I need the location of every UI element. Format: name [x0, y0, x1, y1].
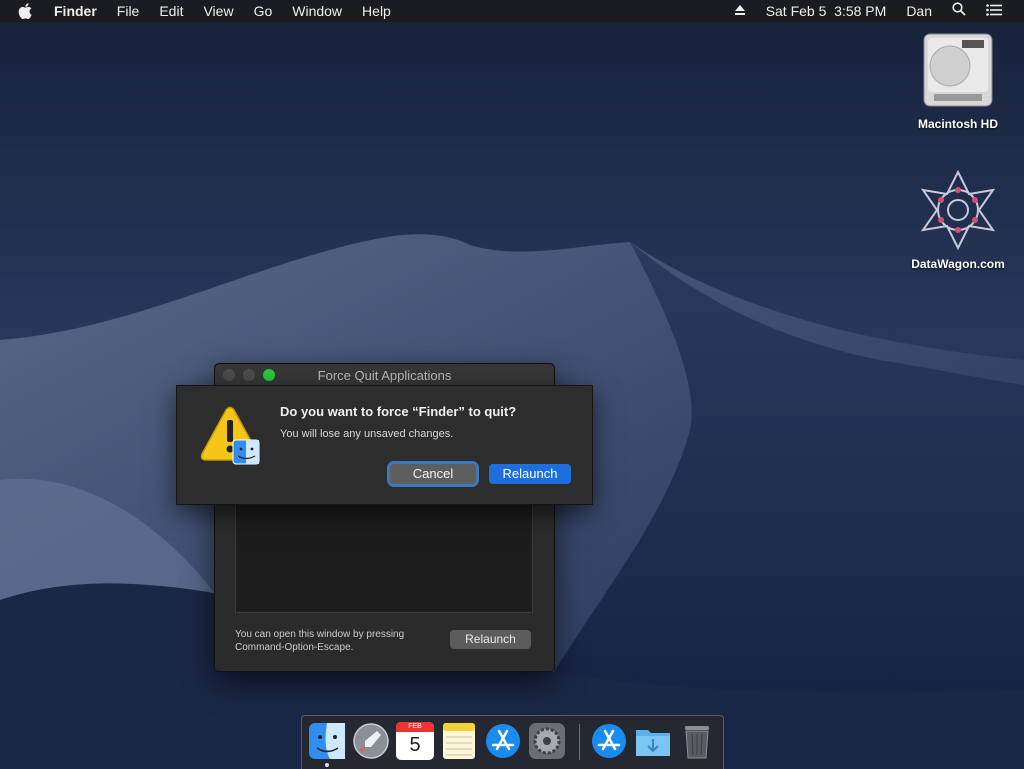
- menu-app-name[interactable]: Finder: [44, 0, 107, 22]
- menu-go[interactable]: Go: [244, 0, 283, 22]
- user-menu[interactable]: Dan: [896, 0, 942, 22]
- apple-menu[interactable]: [0, 3, 44, 19]
- desktop-icon-label: DataWagon.com: [911, 257, 1005, 271]
- applications-stack-icon[interactable]: [590, 722, 628, 760]
- downloads-folder-icon[interactable]: [634, 722, 672, 760]
- desktop-icon-macintosh-hd[interactable]: Macintosh HD: [903, 32, 1013, 131]
- menu-view[interactable]: View: [193, 0, 243, 22]
- relaunch-button[interactable]: Relaunch: [450, 630, 531, 649]
- menu-file[interactable]: File: [107, 0, 150, 22]
- finder-badge-icon: [232, 439, 260, 465]
- eject-menu[interactable]: [724, 0, 756, 22]
- eject-icon: [734, 5, 745, 15]
- notification-center-button[interactable]: [976, 0, 1024, 22]
- app-store-icon[interactable]: [484, 722, 522, 760]
- clock[interactable]: Sat Feb 5 3:58 PM: [756, 0, 897, 22]
- calendar-month: FEB: [396, 722, 434, 732]
- window-titlebar[interactable]: Force Quit Applications: [215, 364, 554, 387]
- menu-window[interactable]: Window: [282, 0, 352, 22]
- search-icon: [952, 2, 966, 16]
- trash-icon[interactable]: [678, 722, 716, 760]
- running-indicator: [325, 763, 329, 767]
- datawagon-logo-icon: [920, 169, 996, 251]
- dock: FEB 5: [301, 715, 724, 769]
- menu-bar: Finder File Edit View Go Window Help Sat…: [0, 0, 1024, 22]
- desktop-icon-datawagon[interactable]: DataWagon.com: [903, 169, 1013, 271]
- shortcut-hint: You can open this window by pressing Com…: [235, 629, 405, 653]
- notes-icon[interactable]: [440, 722, 478, 760]
- cancel-button[interactable]: Cancel: [390, 464, 476, 484]
- alert-title: Do you want to force “Finder” to quit?: [280, 404, 517, 419]
- force-quit-alert: Do you want to force “Finder” to quit? Y…: [176, 385, 593, 505]
- warning-icon: [200, 406, 260, 465]
- relaunch-confirm-button[interactable]: Relaunch: [489, 464, 571, 484]
- menu-edit[interactable]: Edit: [149, 0, 193, 22]
- system-preferences-icon[interactable]: [528, 722, 566, 760]
- window-title: Force Quit Applications: [317, 368, 452, 383]
- menu-help[interactable]: Help: [352, 0, 401, 22]
- spotlight-button[interactable]: [942, 0, 976, 22]
- alert-message: You will lose any unsaved changes.: [280, 428, 454, 440]
- status-area: Sat Feb 5 3:58 PM Dan: [724, 0, 1024, 22]
- launchpad-icon[interactable]: [352, 722, 390, 760]
- desktop-icon-label: Macintosh HD: [917, 117, 998, 131]
- hard-drive-icon: [923, 33, 993, 107]
- application-list[interactable]: [235, 504, 533, 613]
- dock-separator: [579, 724, 580, 760]
- list-icon: [986, 4, 1002, 16]
- apple-icon: [18, 3, 32, 19]
- calendar-icon[interactable]: FEB 5: [396, 722, 434, 760]
- calendar-day: 5: [409, 734, 421, 756]
- finder-icon[interactable]: [308, 722, 346, 760]
